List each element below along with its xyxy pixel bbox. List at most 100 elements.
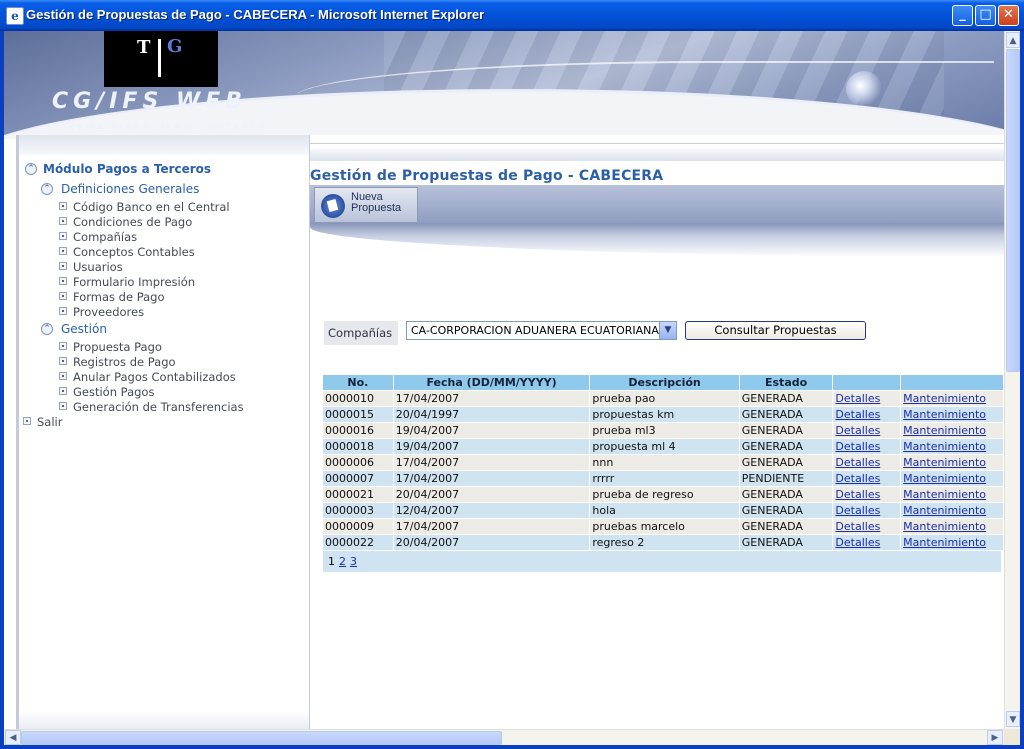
cell-fecha: 17/04/2007 [395, 520, 460, 533]
table-cell: Detalles [832, 518, 902, 535]
table-row: 0000015 20/04/1997 propuestas km GENERADA De… [323, 406, 1004, 423]
horizontal-scroll-thumb[interactable] [21, 731, 502, 745]
column-header-descripcion: Descripción [589, 375, 740, 391]
page-link-3[interactable]: 3 [350, 555, 357, 568]
table-cell: Mantenimiento [900, 534, 1004, 550]
table-cell: 0000003 [323, 502, 394, 519]
sidebar-item-formas-pago[interactable]: Formas de Pago [73, 290, 165, 304]
new-proposal-label: Nueva Propuesta [351, 191, 402, 214]
sidebar-item-codigo-banco[interactable]: Código Banco en el Central [73, 200, 230, 214]
title-bar[interactable]: e Gestión de Propuestas de Pago - CABECE… [0, 0, 1024, 31]
column-header-estado: Estado [739, 375, 834, 391]
cell-no: 0000021 [325, 488, 374, 501]
table-cell: Detalles [832, 486, 902, 503]
maximize-button[interactable]: □ [975, 5, 996, 26]
scroll-down-arrow-icon[interactable]: ▼ [1006, 711, 1020, 727]
link-mantenimiento[interactable]: Mantenimiento [903, 392, 986, 405]
link-detalles[interactable]: Detalles [835, 440, 880, 453]
sidebar-group-gestion[interactable]: Gestión [61, 322, 107, 336]
consult-proposals-button[interactable]: Consultar Propuestas [685, 321, 866, 340]
link-detalles[interactable]: Detalles [835, 456, 880, 469]
scroll-left-arrow-icon[interactable]: ◀ [5, 730, 21, 745]
link-detalles[interactable]: Detalles [835, 520, 880, 533]
link-mantenimiento[interactable]: Mantenimiento [903, 408, 986, 421]
link-detalles[interactable]: Detalles [835, 504, 880, 517]
link-mantenimiento[interactable]: Mantenimiento [903, 504, 986, 517]
table-cell: Detalles [832, 470, 902, 487]
table-cell: 20/04/2007 [393, 486, 591, 503]
sidebar-item-salir[interactable]: Salir [37, 415, 62, 429]
link-mantenimiento[interactable]: Mantenimiento [903, 440, 986, 453]
link-mantenimiento[interactable]: Mantenimiento [903, 472, 986, 485]
table-cell: GENERADA [739, 422, 834, 439]
link-mantenimiento[interactable]: Mantenimiento [903, 456, 986, 469]
square-bullet-icon [59, 217, 67, 225]
table-row: 0000018 19/04/2007 propuesta ml 4 GENERADA D… [323, 438, 1004, 455]
link-mantenimiento[interactable]: Mantenimiento [903, 536, 986, 549]
close-button[interactable]: ✕ [998, 5, 1019, 26]
cell-descripcion: hola [592, 504, 616, 517]
link-mantenimiento[interactable]: Mantenimiento [903, 520, 986, 533]
table-row: 0000010 17/04/2007 prueba pao GENERADA Detal… [323, 390, 1004, 407]
sidebar-item-gestion-pagos[interactable]: Gestión Pagos [73, 385, 154, 399]
cell-descripcion: prueba ml3 [592, 424, 656, 437]
page-link-2[interactable]: 2 [339, 555, 346, 568]
link-detalles[interactable]: Detalles [835, 424, 880, 437]
cell-no: 0000015 [325, 408, 374, 421]
minimize-button[interactable]: _ [952, 5, 973, 26]
new-proposal-button[interactable]: Nueva Propuesta [314, 187, 418, 223]
sidebar-item-proveedores[interactable]: Proveedores [73, 305, 144, 319]
table-cell: 19/04/2007 [393, 438, 591, 455]
chevron-down-icon[interactable]: ▼ [659, 322, 676, 339]
collapse-up-arrow-icon[interactable]: ⌃ [25, 163, 37, 175]
collapse-up-arrow-icon[interactable]: ⌃ [41, 323, 53, 335]
cell-fecha: 20/04/2007 [395, 536, 460, 549]
cell-fecha: 20/04/1997 [395, 408, 460, 421]
sidebar-item-usuarios[interactable]: Usuarios [73, 260, 123, 274]
sidebar-item-propuesta-pago[interactable]: Propuesta Pago [73, 340, 162, 354]
vertical-scroll-thumb[interactable] [1006, 49, 1020, 372]
collapse-up-arrow-icon[interactable]: ⌃ [41, 183, 53, 195]
main-content: Gestión de Propuestas de Pago - CABECERA… [310, 135, 1004, 735]
link-detalles[interactable]: Detalles [835, 536, 880, 549]
link-mantenimiento[interactable]: Mantenimiento [903, 488, 986, 501]
scroll-up-arrow-icon[interactable]: ▲ [1006, 32, 1020, 48]
scroll-right-arrow-icon[interactable]: ▶ [987, 730, 1003, 745]
sidebar-group-definiciones[interactable]: Definiciones Generales [61, 182, 199, 196]
table-cell: GENERADA [739, 518, 834, 535]
link-mantenimiento[interactable]: Mantenimiento [903, 424, 986, 437]
sidebar-module-title[interactable]: Módulo Pagos a Terceros [43, 162, 211, 176]
table-row: 0000009 17/04/2007 pruebas marcelo GENERADA… [323, 518, 1004, 535]
sidebar-item-anular[interactable]: Anular Pagos Contabilizados [73, 370, 236, 384]
square-bullet-icon [59, 357, 67, 365]
sidebar-item-conceptos[interactable]: Conceptos Contables [73, 245, 195, 259]
sidebar-item-condiciones[interactable]: Condiciones de Pago [73, 215, 192, 229]
vertical-scrollbar[interactable]: ▲ ▼ [1004, 31, 1020, 729]
sidebar-item-formulario[interactable]: Formulario Impresión [73, 275, 195, 289]
cell-estado: GENERADA [741, 488, 803, 501]
cell-no: 0000010 [325, 392, 374, 405]
sidebar-item-registros[interactable]: Registros de Pago [73, 355, 176, 369]
square-bullet-icon [59, 372, 67, 380]
table-cell: 0000022 [323, 534, 394, 550]
table-cell: 20/04/1997 [393, 406, 591, 423]
cell-fecha: 19/04/2007 [395, 440, 460, 453]
link-detalles[interactable]: Detalles [835, 408, 880, 421]
cell-estado: GENERADA [741, 456, 803, 469]
table-cell: prueba ml3 [589, 422, 740, 439]
square-bullet-icon [59, 292, 67, 300]
sidebar-item-companias[interactable]: Compañías [73, 230, 137, 244]
table-cell: propuesta ml 4 [589, 438, 740, 455]
table-row: 0000021 20/04/2007 prueba de regreso GENERA… [323, 486, 1004, 503]
link-detalles[interactable]: Detalles [835, 472, 880, 485]
table-cell: 0000018 [323, 438, 394, 455]
sidebar-item-transferencias[interactable]: Generación de Transferencias [73, 400, 244, 414]
cell-no: 0000016 [325, 424, 374, 437]
link-detalles[interactable]: Detalles [835, 488, 880, 501]
horizontal-scrollbar[interactable]: ◀ ▶ [4, 729, 1004, 745]
page-title: Gestión de Propuestas de Pago - CABECERA [310, 168, 664, 184]
proposals-table: No. Fecha (DD/MM/YYYY) Descripción Estad… [323, 375, 1004, 550]
company-select[interactable]: CA-CORPORACION ADUANERA ECUATORIANA ▼ [406, 321, 677, 340]
link-detalles[interactable]: Detalles [835, 392, 880, 405]
table-cell: prueba pao [589, 390, 740, 407]
